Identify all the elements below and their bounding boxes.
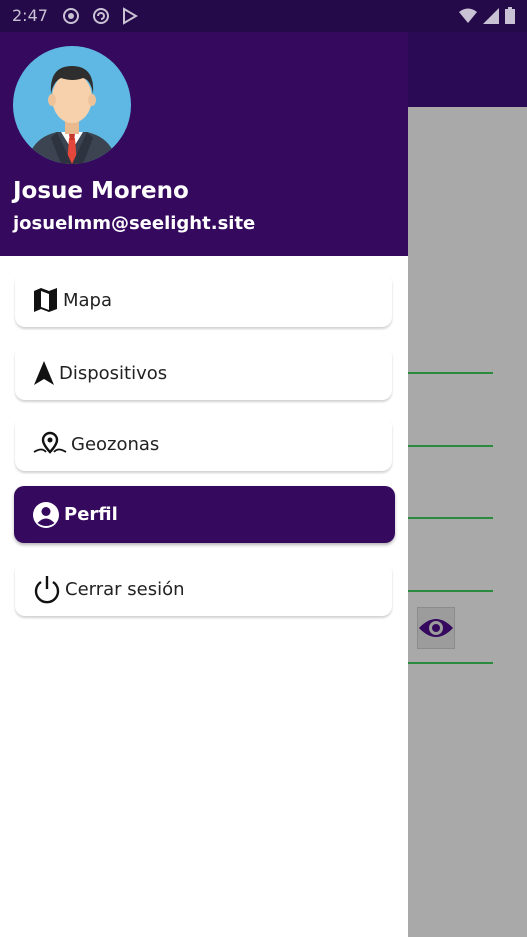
app-content-scrim[interactable]: [408, 107, 527, 937]
list-divider: [408, 445, 493, 447]
eye-icon: [419, 619, 453, 637]
menu-item-dispositivos[interactable]: Dispositivos: [15, 346, 392, 400]
user-avatar-icon: [27, 66, 117, 164]
system-icons: [459, 7, 515, 24]
menu-item-label: Cerrar sesión: [65, 578, 185, 600]
account-circle-icon: [32, 501, 60, 529]
user-name: Josue Moreno: [13, 178, 189, 204]
menu-item-perfil[interactable]: Perfil: [14, 486, 395, 543]
play-store-notification-icon: [123, 7, 138, 25]
menu-item-label: Geozonas: [71, 433, 160, 455]
list-divider: [408, 517, 493, 519]
drawer-header: Josue Moreno josuelmm@seelight.site: [0, 32, 408, 256]
power-icon: [33, 574, 61, 604]
wifi-icon: [459, 8, 477, 23]
location-pin-icon: [33, 431, 67, 457]
menu-item-label: Perfil: [64, 504, 118, 525]
menu-item-cerrar-sesion[interactable]: Cerrar sesión: [15, 562, 392, 616]
app-toolbar: [408, 32, 527, 107]
status-time: 2:47: [12, 6, 48, 25]
map-icon: [33, 287, 59, 313]
signal-icon: [483, 7, 499, 24]
view-button[interactable]: [417, 607, 455, 649]
user-email: josuelmm@seelight.site: [13, 213, 256, 234]
avatar[interactable]: [13, 46, 131, 164]
list-divider: [408, 590, 493, 592]
list-divider: [408, 372, 493, 374]
battery-icon: [505, 7, 515, 24]
camera-notification-icon: [63, 8, 79, 24]
menu-item-mapa[interactable]: Mapa: [15, 273, 392, 327]
navigation-drawer: Josue Moreno josuelmm@seelight.site Mapa…: [0, 32, 408, 937]
list-divider: [408, 662, 493, 664]
menu-item-geozonas[interactable]: Geozonas: [15, 417, 392, 471]
sync-notification-icon: [93, 8, 109, 24]
status-bar: 2:47: [0, 0, 527, 32]
menu-item-label: Mapa: [63, 289, 113, 311]
navigation-arrow-icon: [33, 360, 55, 386]
menu-item-label: Dispositivos: [59, 362, 168, 384]
notification-icons: [62, 7, 138, 25]
